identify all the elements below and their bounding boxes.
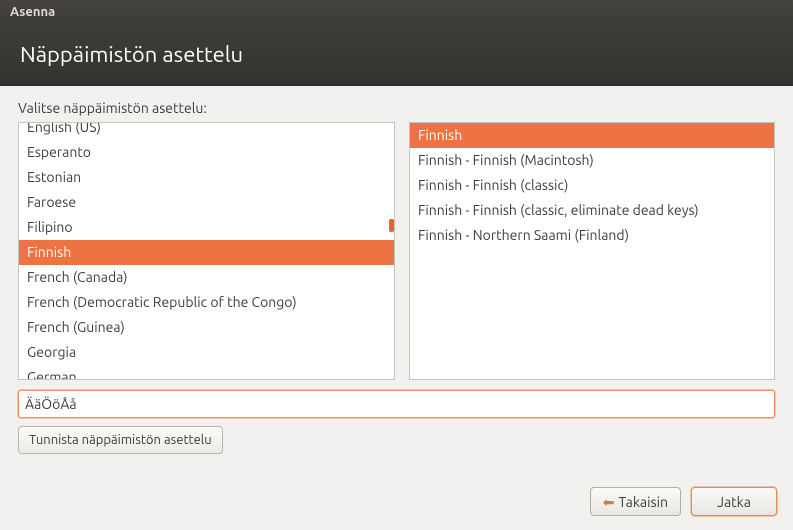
continue-button[interactable]: Jatka <box>691 487 777 516</box>
detect-layout-button[interactable]: Tunnista näppäimistön asettelu <box>18 426 223 454</box>
list-item[interactable]: French (Guinea) <box>19 315 394 340</box>
continue-button-label: Jatka <box>717 494 751 510</box>
page-header: Näppäimistön asettelu <box>0 26 793 86</box>
list-item[interactable]: German <box>19 365 394 380</box>
layout-listbox[interactable]: English (US)EsperantoEstonianFaroeseFili… <box>18 122 395 380</box>
layout-lists: English (US)EsperantoEstonianFaroeseFili… <box>18 122 775 380</box>
keyboard-test-input[interactable] <box>18 390 775 418</box>
page-title: Näppäimistön asettelu <box>20 42 243 67</box>
footer-buttons: ⬅ Takaisin Jatka <box>590 487 777 516</box>
back-button-label: Takaisin <box>618 494 668 510</box>
list-item[interactable]: Finnish - Finnish (Macintosh) <box>410 148 774 173</box>
list-item[interactable]: Finnish <box>410 123 774 148</box>
arrow-left-icon: ⬅ <box>603 495 615 509</box>
list-item[interactable]: Georgia <box>19 340 394 365</box>
list-item[interactable]: Finnish - Northern Saami (Finland) <box>410 223 774 248</box>
window-titlebar: Asenna <box>0 0 793 26</box>
window-title: Asenna <box>10 5 55 19</box>
list-item[interactable]: Finnish <box>19 240 394 265</box>
list-item[interactable]: Faroese <box>19 190 394 215</box>
list-item[interactable]: English (US) <box>19 122 394 140</box>
content-area: Valitse näppäimistön asettelu: English (… <box>0 86 793 464</box>
scrollbar-thumb[interactable] <box>389 219 394 232</box>
list-item[interactable]: Estonian <box>19 165 394 190</box>
list-item[interactable]: Esperanto <box>19 140 394 165</box>
variant-listbox[interactable]: FinnishFinnish - Finnish (Macintosh)Finn… <box>409 122 775 380</box>
list-item[interactable]: Finnish - Finnish (classic, eliminate de… <box>410 198 774 223</box>
list-item[interactable]: Finnish - Finnish (classic) <box>410 173 774 198</box>
list-item[interactable]: French (Democratic Republic of the Congo… <box>19 290 394 315</box>
list-item[interactable]: Filipino <box>19 215 394 240</box>
prompt-label: Valitse näppäimistön asettelu: <box>18 100 775 116</box>
back-button[interactable]: ⬅ Takaisin <box>590 487 681 516</box>
list-item[interactable]: French (Canada) <box>19 265 394 290</box>
